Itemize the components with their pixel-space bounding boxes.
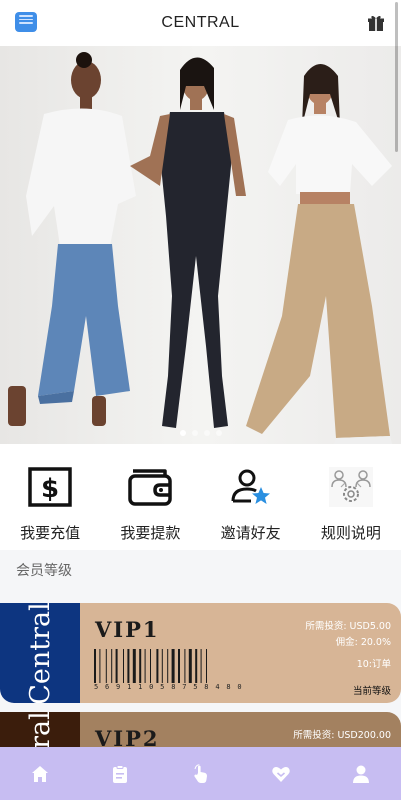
vip-card-body: VIP1 5 6 9 1 1 0 5 8 7 5 8 4 8 0 所需投资: U… (80, 603, 401, 703)
current-level-badge: 当前等级 (352, 686, 391, 697)
action-label: 我要提款 (120, 524, 181, 542)
vip-requirements: 所需投资: USD5.00 佣金: 20.0% 10:订单 (305, 619, 391, 673)
vip-level: VIP1 (95, 617, 160, 642)
barcode-bar (184, 649, 186, 683)
invite-user-icon (231, 469, 270, 504)
barcode-bar (161, 649, 163, 683)
tab-orders[interactable] (80, 747, 160, 800)
vip-card-brand-strip: Central (0, 603, 80, 703)
required-label: 所需投资: (293, 730, 335, 741)
header-title: CENTRAL (161, 14, 240, 31)
app-logo-icon[interactable] (15, 12, 37, 32)
banner-pagination (0, 430, 401, 436)
action-label: 我要充值 (20, 524, 81, 542)
wallet-icon (128, 469, 173, 506)
barcode-bar (99, 649, 101, 683)
barcode-image (94, 649, 207, 683)
app-screen: CENTRAL $ 我要充值 我要提款 邀请好友 规则说明 会员等级 Centr… (0, 0, 401, 800)
tab-grab[interactable] (160, 747, 240, 800)
barcode-bar (139, 649, 142, 683)
barcode-bar (105, 649, 107, 683)
barcode-bar (178, 649, 180, 683)
tab-home[interactable] (0, 747, 80, 800)
barcode-bar (150, 649, 151, 683)
order-count: 10:订单 (356, 659, 391, 670)
barcode-bar (206, 649, 207, 683)
vip-card-brand: Central (24, 603, 56, 703)
action-withdraw[interactable]: 我要提款 (100, 444, 200, 550)
required-value: USD5.00 (349, 621, 391, 632)
bottom-nav (0, 747, 401, 800)
required-value: USD200.00 (337, 730, 391, 741)
barcode-number: 5 6 9 1 1 0 5 8 7 5 8 4 8 0 (94, 683, 243, 691)
pagination-dot[interactable] (179, 430, 186, 436)
barcode-bar (127, 649, 130, 683)
scrollbar[interactable] (395, 2, 398, 152)
tab-vip[interactable] (241, 747, 321, 800)
orders-clipboard-icon (113, 764, 128, 783)
action-invite[interactable]: 邀请好友 (201, 444, 301, 550)
pagination-dot[interactable] (215, 430, 222, 436)
barcode-bar (195, 649, 198, 683)
barcode-bar (115, 649, 118, 683)
rules-icon (328, 467, 373, 507)
promo-banner[interactable] (0, 46, 401, 444)
vip-heart-icon (271, 766, 290, 782)
section-title: 会员等级 (16, 563, 72, 579)
top-header: CENTRAL (0, 0, 401, 46)
vip-card[interactable]: Central VIP1 5 6 9 1 1 0 5 8 7 5 8 4 8 0… (0, 603, 401, 703)
barcode-bar (144, 649, 146, 683)
barcode-bar (188, 649, 192, 683)
barcode-bar (156, 649, 159, 683)
tab-profile[interactable] (321, 747, 401, 800)
action-rules[interactable]: 规则说明 (301, 444, 401, 550)
barcode-bar (94, 649, 96, 683)
pagination-dot[interactable] (191, 430, 198, 436)
action-label: 邀请好友 (220, 524, 281, 542)
svg-text:$: $ (41, 474, 59, 504)
required-label: 所需投资: (305, 621, 347, 632)
pagination-dot[interactable] (203, 430, 210, 436)
barcode-bar (200, 649, 202, 683)
commission-value: 20.0% (360, 637, 391, 648)
banner-image (0, 46, 401, 444)
barcode-bar (167, 649, 169, 683)
tap-hand-icon (193, 763, 207, 783)
quick-actions: $ 我要充值 我要提款 邀请好友 规则说明 (0, 444, 401, 550)
barcode-bar (111, 649, 113, 683)
barcode-bar (132, 649, 136, 683)
home-icon (32, 765, 49, 782)
barcode-bar (123, 649, 124, 683)
action-deposit[interactable]: $ 我要充值 (0, 444, 100, 550)
dollar-icon: $ (28, 467, 72, 507)
action-label: 规则说明 (320, 524, 381, 542)
profile-icon (352, 765, 369, 783)
commission-label: 佣金: (335, 637, 358, 648)
barcode-bar (171, 649, 175, 683)
vip-requirements: 所需投资: USD200.00 (293, 728, 391, 744)
gift-icon[interactable] (367, 14, 385, 32)
